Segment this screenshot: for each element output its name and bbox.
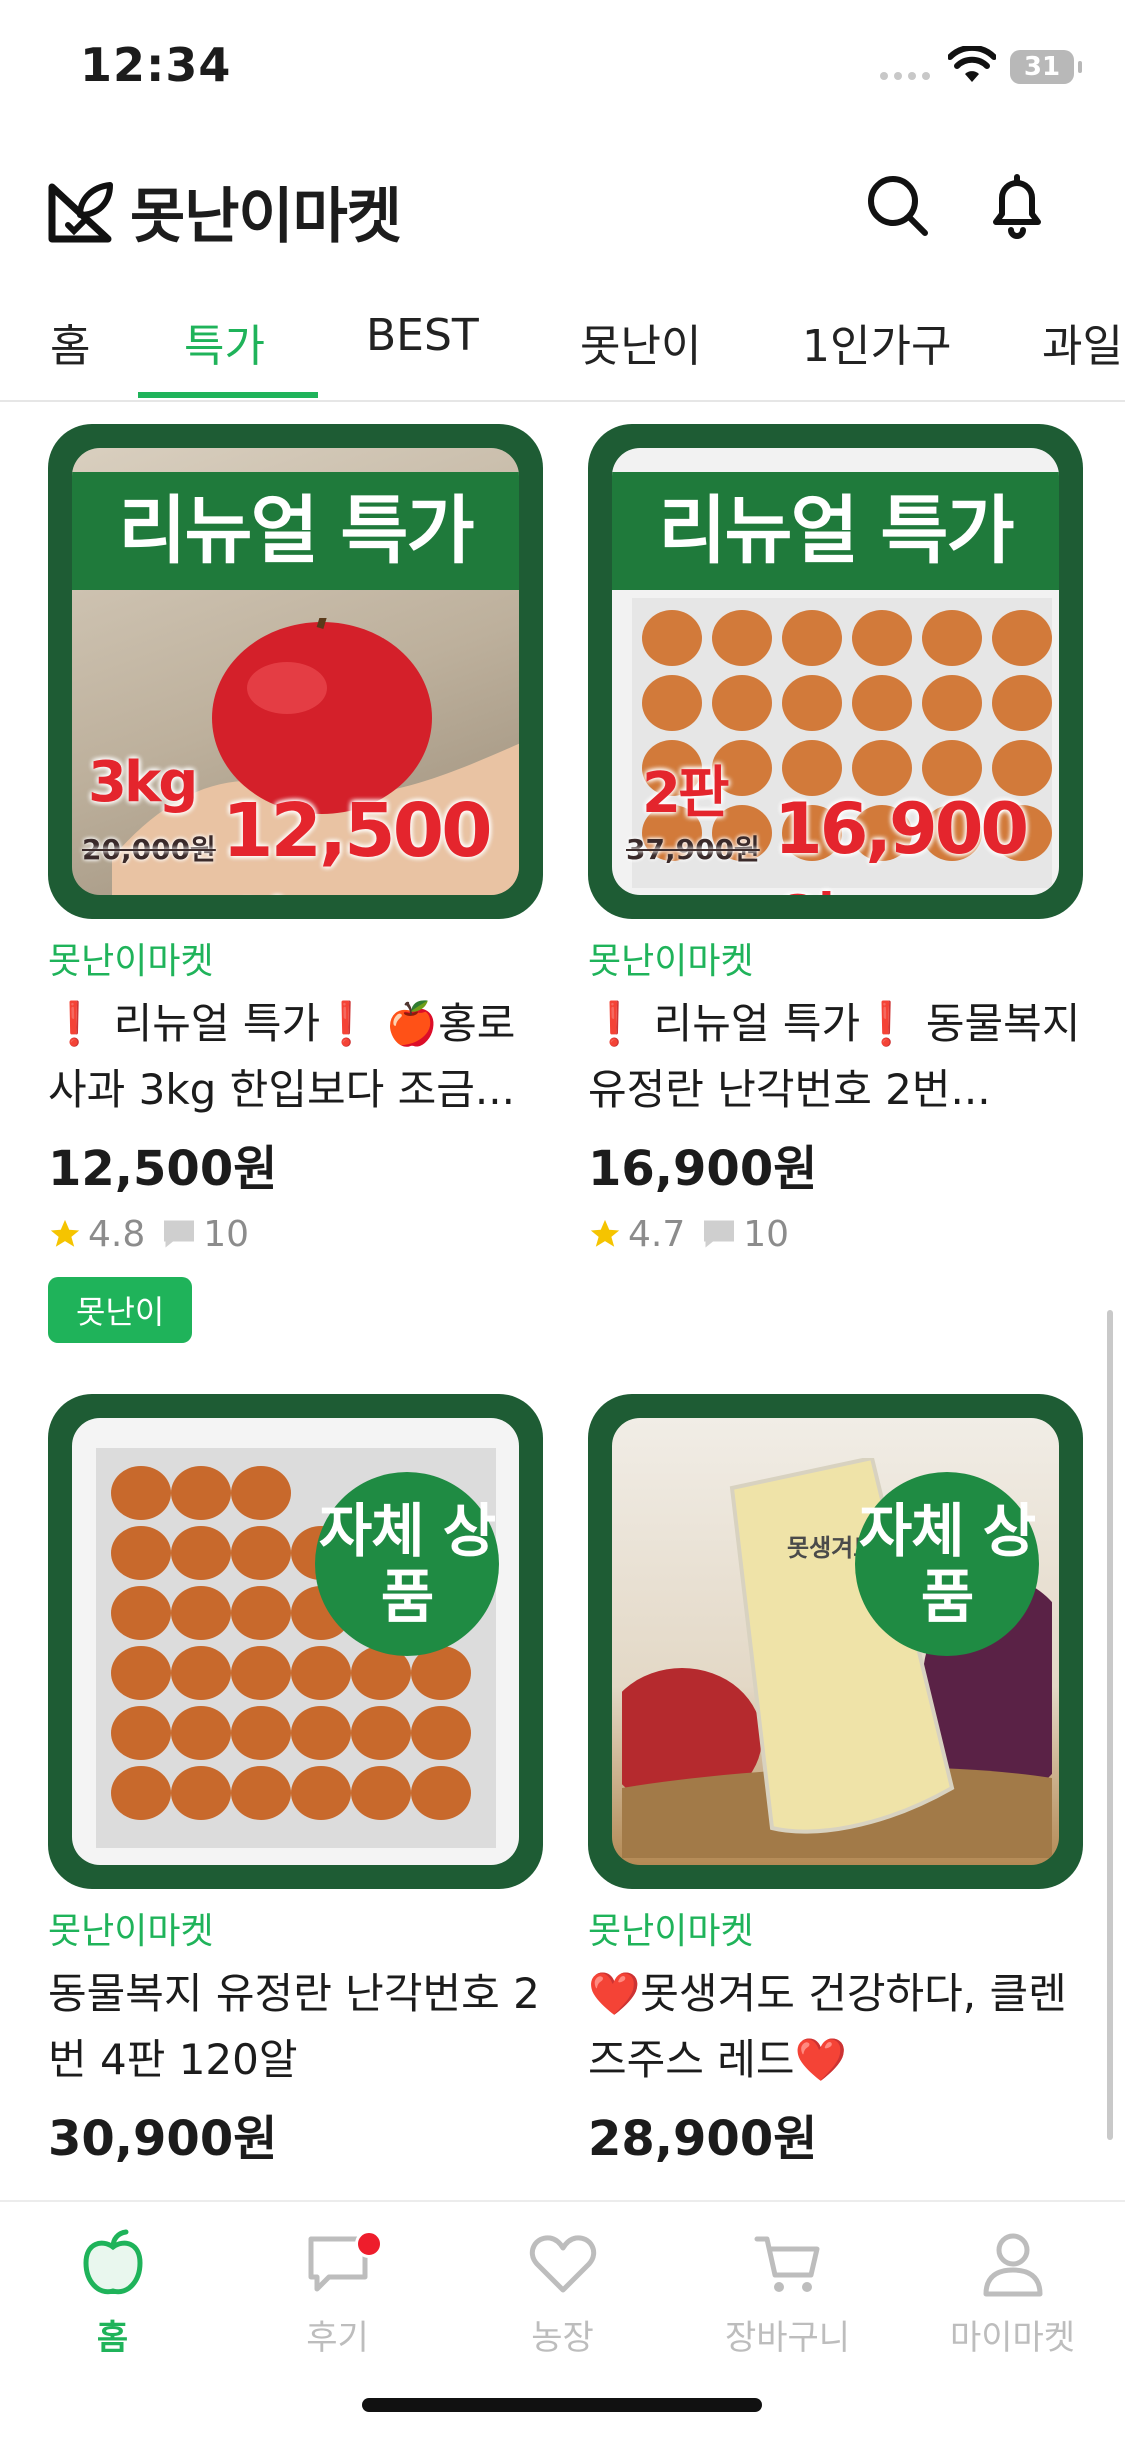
heart-icon [529,2235,596,2293]
tab-single-household[interactable]: 1인가구 [802,310,951,374]
product-card-apple[interactable]: 리뉴얼 특가 3kg 20,000원 12,500원 못난이마켓 ❗ 리뉴얼 특… [48,424,543,1343]
product-price: 28,900원 [588,2111,818,2167]
battery-icon: 31 [1010,50,1082,84]
seller-name: 못난이마켓 [48,941,214,982]
person-icon [983,2233,1042,2297]
review-count: 10 [743,1213,790,1255]
cart-icon [754,2236,819,2292]
nav-reviews[interactable]: 후기 [225,2224,450,2359]
nav-farm[interactable]: 농장 [450,2224,675,2359]
rating-row: 4.7 10 [588,1209,1083,1259]
brand-name: 못난이마켓 [130,182,402,252]
status-bar: 12:34 31 [0,0,1125,140]
nav-label: 후기 [306,2318,369,2358]
seller-name: 못난이마켓 [48,1911,214,1952]
nav-my-market[interactable]: 마이마켓 [900,2224,1125,2359]
comment-icon [704,1220,735,1248]
image-old-price: 20,000원 [82,833,216,866]
rating-value: 4.7 [628,1213,686,1255]
product-image[interactable]: 자체 상품 [48,1394,543,1889]
tab-ugly[interactable]: 못난이 [580,310,701,374]
category-tabs: 홈 특가 BEST 못난이 1인가구 과일 [0,290,1125,402]
star-icon [50,1219,80,1247]
image-quantity: 3kg [88,750,198,815]
product-title[interactable]: 동물복지 유정란 난각번호 2번 4판 120알 [48,1961,543,2093]
product-card-cleanse-juice[interactable]: 못생겨도 자체 상품 못난이마켓 ❤️못생겨도 건강하다, 클렌즈주스 레드❤️… [588,1394,1083,2173]
tab-fruit[interactable]: 과일 [1042,310,1123,374]
image-sale-price: 16,900원 [774,788,1029,895]
scrollbar[interactable] [1107,1310,1113,2140]
rating-value: 4.8 [88,1213,146,1255]
product-title[interactable]: ❗ 리뉴얼 특가❗ 동물복지 유정란 난각번호 2번... [588,991,1083,1123]
logo-icon [48,181,113,242]
product-title[interactable]: ❤️못생겨도 건강하다, 클렌즈주스 레드❤️ [588,1961,1083,2093]
image-old-price: 37,900원 [626,833,760,866]
image-quantity: 2판 [642,761,729,826]
app-header: 못난이마켓 [0,140,1125,270]
promo-banner: 리뉴얼 특가 [72,472,519,590]
signal-icon [880,72,930,80]
product-price: 12,500원 [48,1141,278,1197]
product-image[interactable]: 못생겨도 자체 상품 [588,1394,1083,1889]
tab-best[interactable]: BEST [366,310,479,361]
seller-name: 못난이마켓 [588,1911,754,1952]
active-tab-indicator [138,392,318,398]
nav-label: 마이마켓 [949,2318,1076,2358]
status-time: 12:34 [80,38,232,92]
own-product-seal: 자체 상품 [855,1472,1039,1656]
home-indicator[interactable] [362,2398,762,2412]
star-icon [590,1219,620,1247]
product-image[interactable]: 리뉴얼 특가 3kg 20,000원 12,500원 [48,424,543,919]
nav-label: 농장 [531,2318,594,2358]
product-title[interactable]: ❗ 리뉴얼 특가❗ 🍎홍로 사과 3kg 한입보다 조금... [48,991,543,1123]
notification-dot [355,2230,383,2258]
nav-cart[interactable]: 장바구니 [675,2224,900,2359]
nav-label: 홈 [96,2318,129,2358]
ugly-badge: 못난이 [48,1277,193,1343]
product-image[interactable]: 리뉴얼 특가 2판 37,900원 16,900원 [588,424,1083,919]
image-sale-price: 12,500원 [222,788,493,895]
comment-icon [164,1220,195,1248]
product-price: 30,900원 [48,2111,278,2167]
search-icon[interactable] [862,170,932,240]
own-product-seal: 자체 상품 [315,1472,499,1656]
promo-banner: 리뉴얼 특가 [612,472,1059,590]
app-logo[interactable]: 못난이마켓 [46,168,402,255]
apple-icon [82,2229,143,2295]
wifi-icon [948,46,996,82]
rating-row: 4.8 10 [48,1209,543,1259]
nav-home[interactable]: 홈 [0,2224,225,2359]
product-price: 16,900원 [588,1141,818,1197]
bell-icon[interactable] [982,170,1052,240]
nav-label: 장바구니 [724,2318,851,2358]
product-card-eggs-2pan[interactable]: 리뉴얼 특가 2판 37,900원 16,900원 못난이마켓 ❗ 리뉴얼 특가… [588,424,1083,1259]
tab-special[interactable]: 특가 [184,310,265,374]
review-count: 10 [203,1213,250,1255]
tab-home[interactable]: 홈 [50,310,90,374]
product-card-eggs-4pan[interactable]: 자체 상품 못난이마켓 동물복지 유정란 난각번호 2번 4판 120알 30,… [48,1394,543,2173]
seller-name: 못난이마켓 [588,941,754,982]
